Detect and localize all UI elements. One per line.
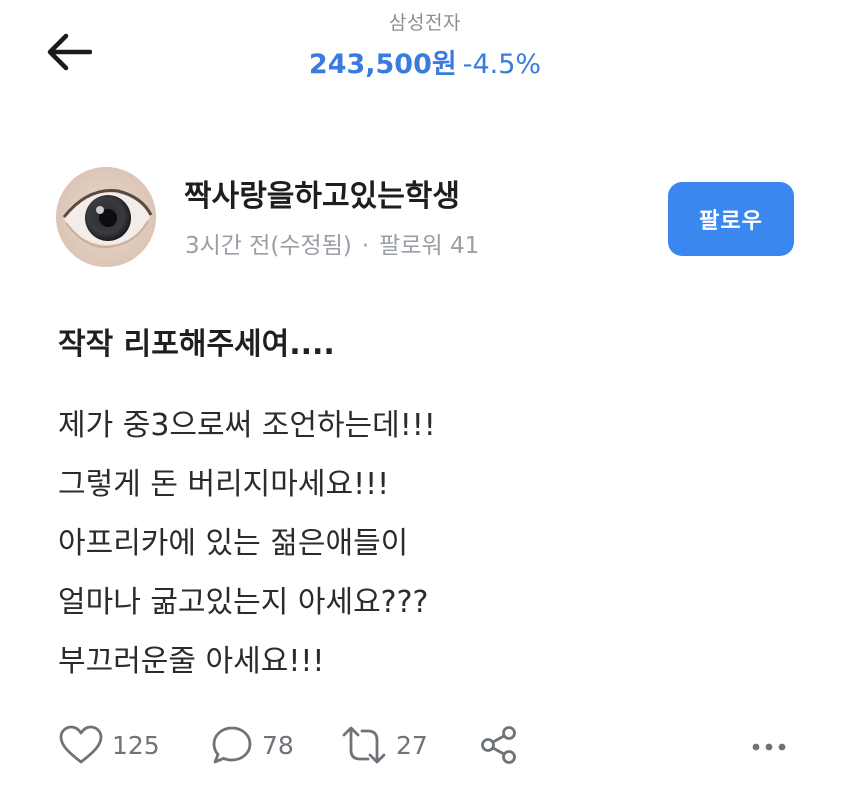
- post-time: 3시간 전(수정됨): [185, 233, 352, 259]
- post-line: 그렇게 돈 버리지마세요!!!: [58, 467, 390, 502]
- post-line: 부끄러운줄 아세요!!!: [58, 644, 325, 679]
- action-bar: 125 78 27: [58, 722, 790, 768]
- comment-button[interactable]: 78: [210, 722, 294, 768]
- follow-button[interactable]: 팔로우: [668, 182, 794, 256]
- repost-count: 27: [396, 730, 428, 760]
- more-button[interactable]: [750, 722, 790, 768]
- stock-price-line: 243,500원 -4.5%: [0, 48, 850, 82]
- stock-header: 삼성전자 243,500원 -4.5%: [0, 8, 850, 82]
- comment-count: 78: [262, 730, 294, 760]
- author-name[interactable]: 짝사랑을하고있는학생: [184, 176, 460, 218]
- stock-name: 삼성전자: [389, 12, 461, 34]
- repost-icon: [342, 726, 386, 764]
- post-title: 작작 리포해주세여....: [58, 327, 335, 362]
- share-icon: [481, 726, 516, 764]
- speech-bubble-icon: [212, 726, 252, 764]
- avatar-eye-image: [56, 167, 156, 267]
- follower-count: 팔로워 41: [379, 233, 480, 259]
- post-line: 얼마나 굶고있는지 아세요???: [58, 585, 429, 620]
- post-line: 제가 중3으로써 조언하는데!!!: [58, 408, 436, 443]
- stock-change: -4.5%: [462, 49, 542, 80]
- heart-icon: [59, 725, 103, 764]
- more-horizontal-icon: [752, 743, 786, 751]
- author-meta: 3시간 전(수정됨) · 팔로워 41: [185, 228, 479, 264]
- meta-separator: ·: [361, 233, 370, 259]
- repost-button[interactable]: 27: [340, 722, 428, 768]
- stock-price: 243,500원: [308, 49, 457, 80]
- like-button[interactable]: 125: [58, 722, 160, 768]
- share-button[interactable]: [478, 722, 520, 768]
- like-count: 125: [112, 730, 160, 760]
- avatar[interactable]: [56, 167, 156, 267]
- post-body: 제가 중3으로써 조언하는데!!! 그렇게 돈 버리지마세요!!! 아프리카에 …: [58, 396, 436, 691]
- post-line: 아프리카에 있는 젊은애들이: [58, 526, 409, 561]
